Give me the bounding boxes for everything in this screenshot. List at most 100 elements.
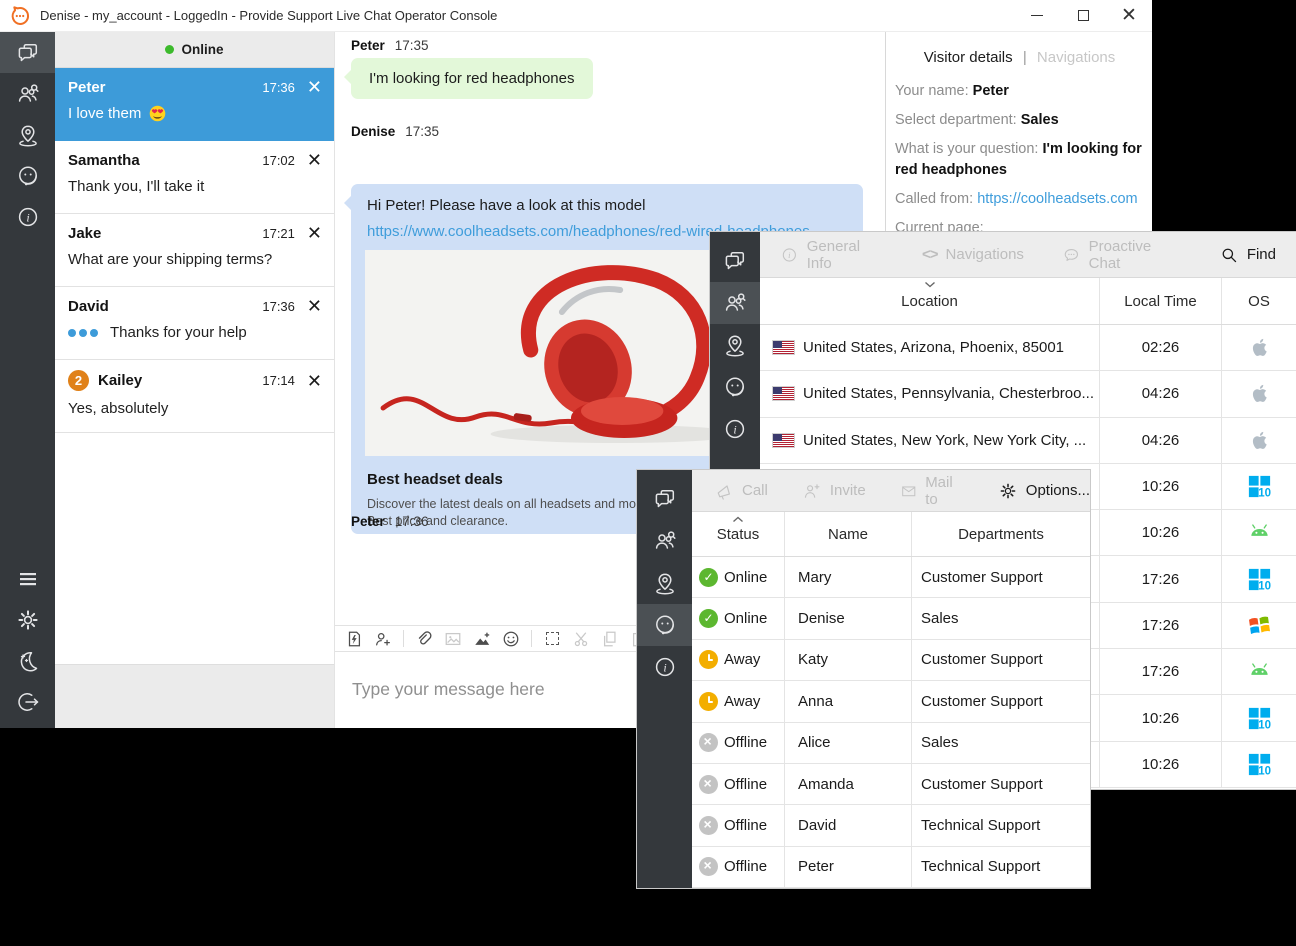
invite-button[interactable]: Invite bbox=[802, 481, 866, 501]
sidebar-item-visitors[interactable] bbox=[637, 520, 692, 562]
visitor-local-time-cell: 10:26 bbox=[1100, 510, 1222, 555]
chat-item-time: 17:14 bbox=[262, 373, 295, 388]
apple-icon bbox=[1248, 429, 1271, 452]
operator-row[interactable]: AwayAnnaCustomer Support bbox=[692, 681, 1090, 722]
chat-list-item[interactable]: Jake17:21✕What are your shipping terms? bbox=[55, 214, 334, 287]
operator-row[interactable]: AwayKatyCustomer Support bbox=[692, 640, 1090, 681]
sidebar-item-info[interactable] bbox=[710, 408, 760, 450]
visitors-icon bbox=[15, 81, 41, 107]
options-button[interactable]: Options... bbox=[998, 481, 1090, 501]
apple-icon bbox=[1248, 382, 1271, 405]
operator-headset-icon bbox=[652, 612, 678, 638]
location-pin-icon bbox=[722, 332, 748, 358]
online-status-dot bbox=[165, 45, 174, 54]
sidebar-item-info[interactable] bbox=[637, 646, 692, 688]
sidebar-item-geolocation[interactable] bbox=[710, 324, 760, 366]
sidebar-item-geolocation[interactable] bbox=[637, 562, 692, 604]
close-chat-icon[interactable]: ✕ bbox=[307, 78, 322, 96]
select-area-icon[interactable] bbox=[543, 630, 561, 648]
chat-list-item[interactable]: David17:36✕Thanks for your help bbox=[55, 287, 334, 360]
operator-status-cell: Offline bbox=[692, 764, 785, 804]
operator-row[interactable]: OfflineAmandaCustomer Support bbox=[692, 764, 1090, 805]
visitor-os-cell bbox=[1222, 418, 1296, 463]
sidebar-item-menu[interactable] bbox=[0, 558, 55, 599]
navigations-button[interactable]: <> Navigations bbox=[922, 246, 1024, 263]
field-value-link[interactable]: https://coolheadsets.com bbox=[977, 191, 1137, 207]
push-image-icon[interactable] bbox=[473, 630, 491, 648]
link-preview-title: Best headset deals bbox=[367, 471, 503, 488]
android-icon bbox=[1248, 521, 1271, 544]
copy-icon[interactable] bbox=[601, 630, 619, 648]
tab-navigations[interactable]: Navigations bbox=[1037, 49, 1115, 66]
tab-visitor-details[interactable]: Visitor details bbox=[924, 49, 1013, 66]
operator-status-cell: Offline bbox=[692, 847, 785, 887]
gear-icon bbox=[998, 481, 1018, 501]
sidebar-item-settings[interactable] bbox=[0, 599, 55, 640]
canned-responses-icon[interactable] bbox=[345, 630, 363, 648]
close-chat-icon[interactable]: ✕ bbox=[307, 297, 322, 315]
us-flag-icon bbox=[773, 387, 794, 400]
sidebar-item-operators[interactable] bbox=[0, 155, 55, 196]
column-header-departments[interactable]: Departments bbox=[912, 512, 1090, 556]
sidebar-item-geolocation[interactable] bbox=[0, 114, 55, 155]
operator-row[interactable]: OfflineAliceSales bbox=[692, 723, 1090, 764]
visitor-local-time-cell: 10:26 bbox=[1100, 464, 1222, 509]
column-header-local-time[interactable]: Local Time bbox=[1100, 278, 1222, 324]
operator-status-cell: Offline bbox=[692, 805, 785, 845]
call-button[interactable]: Call bbox=[714, 481, 768, 501]
column-header-name[interactable]: Name bbox=[785, 512, 912, 556]
sidebar-item-logout[interactable] bbox=[0, 681, 55, 722]
status-offline-icon bbox=[699, 857, 718, 876]
chat-list-item[interactable]: 2Kailey17:14✕Yes, absolutely bbox=[55, 360, 334, 433]
column-header-status[interactable]: Status bbox=[692, 512, 785, 556]
visitor-row[interactable]: United States, Arizona, Phoenix, 8500102… bbox=[760, 325, 1296, 371]
chat-list-item[interactable]: Peter17:36✕I love them bbox=[55, 68, 334, 141]
sidebar-item-chats[interactable] bbox=[637, 478, 692, 520]
column-header-os[interactable]: OS bbox=[1222, 278, 1296, 324]
find-button[interactable]: Find bbox=[1219, 245, 1276, 265]
sort-descending-icon bbox=[924, 281, 935, 288]
operator-name-cell: Denise bbox=[785, 598, 912, 638]
cut-icon[interactable] bbox=[572, 630, 590, 648]
chat-bubbles-icon bbox=[722, 248, 748, 274]
sidebar-item-chats[interactable] bbox=[0, 32, 55, 73]
visitor-row[interactable]: United States, Pennsylvania, Chesterbroo… bbox=[760, 371, 1296, 417]
close-chat-icon[interactable]: ✕ bbox=[307, 372, 322, 390]
operator-row[interactable]: OnlineDeniseSales bbox=[692, 598, 1090, 639]
sidebar-item-chats[interactable] bbox=[710, 240, 760, 282]
chat-bubbles-icon bbox=[15, 40, 41, 66]
insert-image-icon[interactable] bbox=[444, 630, 462, 648]
chat-item-preview: Thank you, I'll take it bbox=[68, 178, 322, 195]
visitor-row[interactable]: United States, New York, New York City, … bbox=[760, 418, 1296, 464]
visitor-detail-field: Called from: https://coolheadsets.com bbox=[895, 189, 1144, 210]
attach-file-icon[interactable] bbox=[415, 630, 433, 648]
operator-row[interactable]: OnlineMaryCustomer Support bbox=[692, 557, 1090, 598]
general-info-button[interactable]: General Info bbox=[780, 238, 884, 272]
chat-list-item[interactable]: Samantha17:02✕Thank you, I'll take it bbox=[55, 141, 334, 214]
minimize-button[interactable] bbox=[1014, 0, 1060, 31]
sidebar-item-visitors[interactable] bbox=[710, 282, 760, 324]
chat-bubbles-icon bbox=[652, 486, 678, 512]
sidebar-item-info[interactable] bbox=[0, 196, 55, 237]
sidebar-item-operators[interactable] bbox=[637, 604, 692, 646]
close-chat-icon[interactable]: ✕ bbox=[307, 151, 322, 169]
mail-to-button[interactable]: Mail to bbox=[900, 474, 964, 508]
emoji-icon[interactable] bbox=[502, 630, 520, 648]
close-button[interactable]: ✕ bbox=[1106, 0, 1152, 31]
sidebar-item-operators[interactable] bbox=[710, 366, 760, 408]
close-chat-icon[interactable]: ✕ bbox=[307, 224, 322, 242]
proactive-chat-button[interactable]: Proactive Chat bbox=[1062, 238, 1181, 272]
sidebar-item-visitors[interactable] bbox=[0, 73, 55, 114]
maximize-button[interactable] bbox=[1060, 0, 1106, 31]
column-header-location[interactable]: Location bbox=[760, 278, 1100, 324]
title-bar[interactable]: Denise - my_account - LoggedIn - Provide… bbox=[0, 0, 1152, 32]
operator-row[interactable]: OfflineDavidTechnical Support bbox=[692, 805, 1090, 846]
field-value: Sales bbox=[1021, 112, 1059, 128]
add-operator-icon[interactable] bbox=[374, 630, 392, 648]
us-flag-icon bbox=[773, 341, 794, 354]
code-icon: <> bbox=[922, 246, 938, 263]
operator-row[interactable]: OfflinePeterTechnical Support bbox=[692, 847, 1090, 888]
field-value: Peter bbox=[973, 83, 1009, 99]
operator-status-header[interactable]: Online bbox=[55, 32, 334, 68]
sidebar-item-dark-mode[interactable] bbox=[0, 640, 55, 681]
